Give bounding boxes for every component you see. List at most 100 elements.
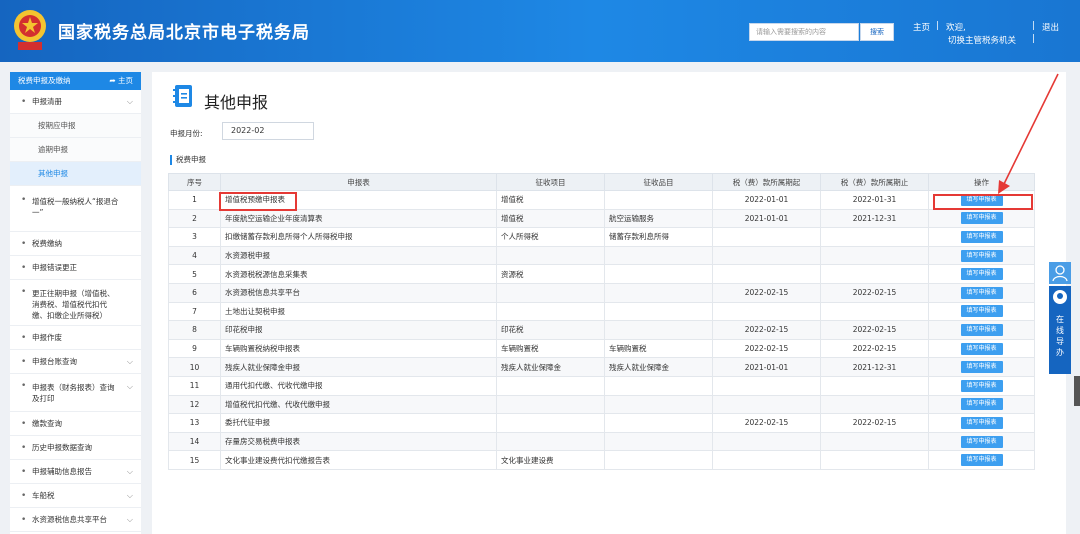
back-arrow-icon: ➦ [109, 76, 118, 85]
search-button[interactable]: 搜索 [860, 23, 894, 41]
fill-form-button[interactable]: 填写申报表 [960, 305, 1003, 318]
table-row: 15 文化事业建设费代扣代缴报告表 文化事业建设费 填写申报表 [168, 450, 1035, 470]
fill-form-button[interactable]: 填写申报表 [960, 230, 1003, 243]
bullet-icon: • [21, 467, 27, 477]
sidebar-item-error-correction[interactable]: • 申报错误更正 [10, 256, 141, 280]
online-guide-widget[interactable]: 在线导办 [1049, 262, 1071, 374]
avatar-icon [1053, 290, 1067, 304]
row-number-cell: 15 [168, 450, 221, 470]
fill-form-button[interactable]: 填写申报表 [960, 361, 1003, 374]
action-cell: 填写申报表 [928, 394, 1035, 415]
period-start-cell: 2022-02-15 [712, 413, 821, 433]
sidebar-item-label: 缴款查询 [32, 419, 62, 428]
declaration-month-field[interactable]: 2022-02 [222, 122, 314, 140]
national-emblem-icon [14, 10, 46, 50]
sidebar-item-vehicle-tax[interactable]: • 车船税 ⌵ [10, 484, 141, 508]
period-start-cell: 2022-02-15 [712, 338, 821, 359]
fill-form-button[interactable]: 填写申报表 [960, 323, 1003, 336]
sidebar-item-void[interactable]: • 申报作废 [10, 326, 141, 350]
table-row: 8 印花税申报 印花税 2022-02-15 2022-02-15 填写申报表 [168, 320, 1035, 340]
period-start-cell [712, 431, 821, 452]
nav-separator: | [936, 21, 939, 31]
row-number-cell: 2 [168, 208, 221, 229]
sidebar-subitem-due[interactable]: 按期应申报 [10, 114, 141, 138]
user-icon[interactable] [1049, 262, 1071, 284]
fill-form-button[interactable]: 填写申报表 [960, 342, 1003, 355]
period-start-cell: 2021-01-01 [712, 208, 821, 229]
sidebar-item-tax-payment[interactable]: • 税费缴纳 [10, 232, 141, 256]
bullet-icon: • [21, 195, 27, 205]
fill-form-button[interactable]: 填写申报表 [960, 212, 1003, 225]
sidebar-item-ledger-query[interactable]: • 申报台账查询 ⌵ [10, 350, 141, 374]
sidebar-item-label: 申报辅助信息报告 [32, 467, 92, 476]
bullet-icon: • [21, 381, 27, 391]
sidebar-item-aux-report[interactable]: • 申报辅助信息报告 ⌵ [10, 460, 141, 484]
fill-form-button[interactable]: 填写申报表 [960, 454, 1003, 467]
sidebar-item-payment-query[interactable]: • 缴款查询 [10, 412, 141, 436]
column-header: 税（费）款所属期止 [820, 173, 929, 191]
fill-form-button[interactable]: 填写申报表 [960, 398, 1003, 411]
nav-separator: | [1032, 34, 1035, 44]
period-start-cell [712, 245, 821, 266]
fill-form-button[interactable]: 填写申报表 [960, 286, 1003, 299]
period-end-cell: 2021-12-31 [820, 357, 929, 377]
sidebar-item-history-query[interactable]: • 历史申报数据查询 [10, 436, 141, 460]
period-end-cell [820, 301, 929, 322]
sidebar-item-label: 税费缴纳 [32, 239, 62, 248]
welcome-text: 欢迎, [946, 23, 966, 33]
sidebar-item-report-query[interactable]: • 申报表（财务报表）查询及打印 ⌵ [10, 374, 141, 412]
bullet-icon: • [21, 239, 27, 249]
sidebar-item-past-correction[interactable]: • 更正往期申报（增值税、消费税、增值税代扣代缴、扣缴企业所得税） [10, 280, 141, 326]
tax-category-cell: 残疾人就业保障金 [604, 357, 713, 377]
period-start-cell: 2022-02-15 [712, 320, 821, 340]
form-name-cell: 车辆购置税纳税申报表 [220, 338, 497, 359]
table-row: 9 车辆购置税纳税申报表 车辆购置税 车辆购置税 2022-02-15 2022-02-1… [168, 338, 1035, 359]
annotation-box-fill-button [933, 194, 1033, 210]
sidebar-subitem-overdue[interactable]: 逾期申报 [10, 138, 141, 162]
sidebar-item-declaration-list[interactable]: • 申报清册 ⌵ [10, 90, 141, 114]
logout-link[interactable]: 退出 [1042, 21, 1059, 33]
switch-tax-office-link[interactable]: 切换主管税务机关 [948, 34, 1016, 46]
table-row: 14 存量房交易税费申报表 填写申报表 [168, 431, 1035, 452]
bullet-icon: • [21, 263, 27, 273]
sidebar-home-link[interactable]: ➦ 主页 [109, 72, 133, 90]
fill-form-button[interactable]: 填写申报表 [960, 268, 1003, 281]
chevron-down-icon: ⌵ [126, 357, 133, 366]
sidebar-item-water-platform[interactable]: • 水资源税信息共享平台 ⌵ [10, 508, 141, 532]
online-guide-button[interactable]: 在线导办 [1049, 286, 1071, 374]
fill-form-button[interactable]: 填写申报表 [960, 416, 1003, 429]
tax-item-cell: 残疾人就业保障金 [496, 357, 605, 377]
sidebar-subitem-other[interactable]: 其他申报 [10, 162, 141, 186]
form-name-cell: 通用代扣代缴、代收代缴申报 [220, 375, 497, 396]
table-row: 1 增值税预缴申报表 增值税 2022-01-01 2022-01-31 填写申报表 [168, 190, 1035, 210]
sidebar-item-label: 车船税 [32, 491, 55, 500]
fill-form-button[interactable]: 填写申报表 [960, 435, 1003, 448]
tax-category-cell [604, 431, 713, 452]
action-cell: 填写申报表 [928, 227, 1035, 247]
period-start-cell [712, 227, 821, 247]
sidebar-title: 税费申报及缴纳 [18, 76, 71, 85]
fill-form-button[interactable]: 填写申报表 [960, 379, 1003, 392]
action-cell: 填写申报表 [928, 264, 1035, 284]
table-row: 12 增值税代扣代缴、代收代缴申报 填写申报表 [168, 394, 1035, 415]
tax-item-cell: 增值税 [496, 208, 605, 229]
fill-form-button[interactable]: 填写申报表 [960, 249, 1003, 262]
period-start-cell [712, 264, 821, 284]
sidebar-item-label: 水资源税信息共享平台 [32, 515, 107, 524]
column-header: 征收品目 [604, 173, 713, 191]
table-row: 4 水资源税申报 填写申报表 [168, 245, 1035, 266]
sidebar-item-label: 增值税一般纳税人“报退合一” [32, 197, 119, 217]
bullet-icon: • [21, 419, 27, 429]
search-input[interactable]: 请输入需要搜索的内容 [749, 23, 859, 41]
form-name-cell: 水资源税税源信息采集表 [220, 264, 497, 284]
column-header: 申报表 [220, 173, 497, 191]
tax-category-cell [604, 301, 713, 322]
tax-category-cell [604, 450, 713, 470]
scrollbar-thumb[interactable] [1074, 376, 1080, 406]
tax-category-cell: 储蓄存款利息所得 [604, 227, 713, 247]
tax-category-cell: 车辆购置税 [604, 338, 713, 359]
sidebar-item-vat-refund[interactable]: • 增值税一般纳税人“报退合一” [10, 186, 141, 232]
action-cell: 填写申报表 [928, 208, 1035, 229]
home-link[interactable]: 主页 [913, 21, 930, 33]
form-name-cell: 存量房交易税费申报表 [220, 431, 497, 452]
